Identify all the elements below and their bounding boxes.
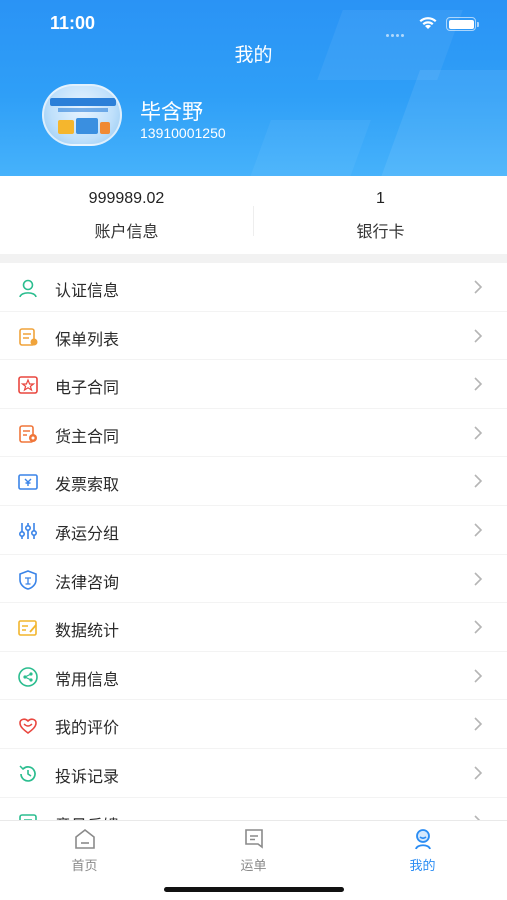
tab-home[interactable]: 首页 <box>0 827 169 874</box>
policy-icon <box>19 327 38 346</box>
chevron-right-icon <box>474 377 483 391</box>
menu-item-e-contract[interactable]: 电子合同 <box>0 360 507 409</box>
menu-item-feedback[interactable]: 意见反馈 <box>0 798 507 820</box>
avatar[interactable] <box>42 84 122 146</box>
menu-item-my-ratings[interactable]: 我的评价 <box>0 700 507 749</box>
feedback-icon <box>19 813 37 820</box>
section-gap <box>0 254 507 263</box>
share-icon <box>18 666 38 687</box>
bank-card-stat[interactable]: 1 银行卡 <box>254 176 507 254</box>
menu-item-shipper-contract[interactable]: 货主合同 <box>0 409 507 458</box>
shipper-contract-icon <box>19 424 37 443</box>
chevron-right-icon <box>474 766 483 780</box>
tab-label: 运单 <box>240 859 267 874</box>
menu-list: 认证信息 保单列表 电子合同 货主合同 发票索取 承运分组 法律咨询 数据统计 … <box>0 263 507 820</box>
profile-header: 11:00 我的 毕含野 13910001250 <box>0 0 507 176</box>
user-icon <box>19 279 37 298</box>
invoice-icon <box>18 474 38 491</box>
chevron-right-icon <box>474 329 483 343</box>
menu-item-carrier-group[interactable]: 承运分组 <box>0 506 507 555</box>
chevron-right-icon <box>474 717 483 731</box>
menu-item-invoice[interactable]: 发票索取 <box>0 457 507 506</box>
tab-mine[interactable]: 我的 <box>338 827 507 874</box>
bank-card-count: 1 <box>376 190 385 207</box>
menu-item-common-info[interactable]: 常用信息 <box>0 652 507 701</box>
contract-icon <box>18 376 38 394</box>
menu-item-complaint-records[interactable]: 投诉记录 <box>0 749 507 798</box>
menu-item-label: 货主合同 <box>55 426 120 446</box>
menu-item-label: 发票索取 <box>55 475 120 495</box>
chevron-right-icon <box>474 426 483 440</box>
menu-item-label: 保单列表 <box>55 329 120 349</box>
menu-item-label: 法律咨询 <box>55 572 120 592</box>
battery-icon <box>446 17 479 31</box>
chevron-right-icon <box>474 523 483 537</box>
home-indicator <box>164 887 344 892</box>
stats-icon <box>18 620 37 636</box>
header-decoration <box>379 70 507 176</box>
menu-item-label: 意见反馈 <box>55 812 119 820</box>
tab-label: 首页 <box>71 859 98 874</box>
account-info-label: 账户信息 <box>94 222 159 241</box>
profile-icon <box>414 829 431 850</box>
waybill-icon <box>244 829 263 849</box>
menu-item-label: 投诉记录 <box>55 766 120 786</box>
law-shield-icon <box>19 569 37 590</box>
menu-item-label: 电子合同 <box>55 378 120 398</box>
menu-item-label: 认证信息 <box>55 281 120 300</box>
chevron-right-icon <box>474 669 483 683</box>
header-decoration <box>249 120 371 176</box>
rating-icon <box>19 718 37 735</box>
menu-item-policy-list[interactable]: 保单列表 <box>0 312 507 361</box>
menu-item-label: 承运分组 <box>55 523 120 543</box>
bank-card-label: 银行卡 <box>356 222 405 241</box>
account-stats: 999989.02 账户信息 1 银行卡 <box>0 176 507 254</box>
chevron-right-icon <box>474 571 483 586</box>
menu-item-label: 我的评价 <box>55 718 120 738</box>
sliders-icon <box>18 522 38 539</box>
menu-item-certification[interactable]: 认证信息 <box>0 263 507 312</box>
user-name: 毕含野 <box>140 100 203 124</box>
account-balance-value: 999989.02 <box>88 190 165 207</box>
status-time: 11:00 <box>50 13 96 33</box>
history-icon <box>19 765 36 782</box>
menu-item-legal-consult[interactable]: 法律咨询 <box>0 555 507 604</box>
page-title: 我的 <box>234 44 273 66</box>
my-page-screen: 11:00 我的 毕含野 13910001250 999989.02 账户信息 … <box>0 0 507 900</box>
menu-item-label: 数据统计 <box>55 621 120 641</box>
menu-item-label: 常用信息 <box>55 669 120 689</box>
cellular-signal-icon <box>386 22 412 37</box>
chevron-right-icon <box>474 620 483 634</box>
chevron-right-icon <box>474 474 483 488</box>
account-info-stat[interactable]: 999989.02 账户信息 <box>0 176 253 254</box>
tab-waybill[interactable]: 运单 <box>169 827 338 874</box>
wifi-icon <box>419 17 437 29</box>
chevron-right-icon <box>474 280 483 294</box>
tab-label: 我的 <box>409 859 436 874</box>
home-icon <box>74 828 95 849</box>
user-phone: 13910001250 <box>140 125 226 141</box>
menu-item-data-stats[interactable]: 数据统计 <box>0 603 507 652</box>
